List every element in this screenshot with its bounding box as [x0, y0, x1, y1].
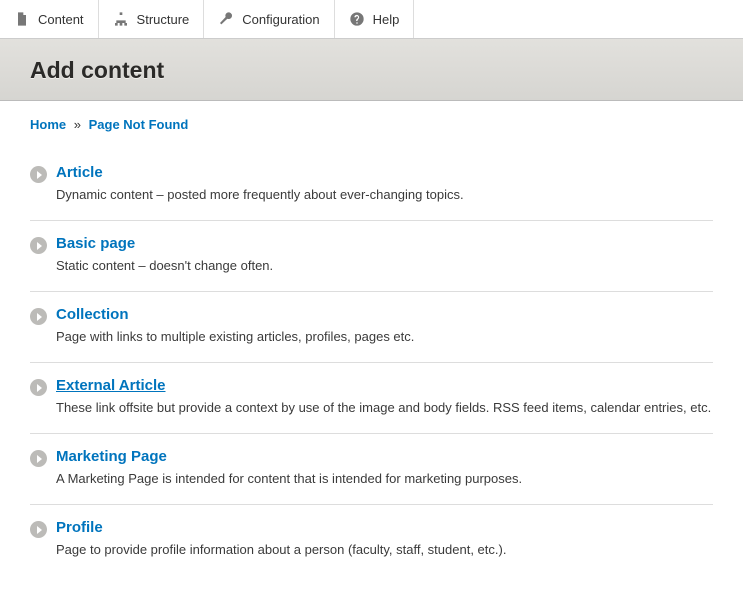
admin-toolbar: Content Structure Configuration Help: [0, 0, 743, 39]
content-type-item: Collection Page with links to multiple e…: [30, 292, 713, 363]
content-type-link-marketing-page[interactable]: Marketing Page: [56, 448, 167, 465]
chevron-right-icon: [30, 166, 47, 183]
page-title-bar: Add content: [0, 39, 743, 101]
chevron-right-icon: [30, 521, 47, 538]
content-type-desc: Page to provide profile information abou…: [56, 542, 713, 557]
content-type-item: Marketing Page A Marketing Page is inten…: [30, 434, 713, 505]
toolbar-label: Content: [38, 12, 84, 27]
content-type-desc: Static content – doesn't change often.: [56, 258, 713, 273]
content-type-desc: These link offsite but provide a context…: [56, 400, 713, 415]
content-type-link-profile[interactable]: Profile: [56, 519, 103, 536]
toolbar-label: Help: [373, 12, 400, 27]
content-type-item: Profile Page to provide profile informat…: [30, 505, 713, 575]
content-type-link-collection[interactable]: Collection: [56, 306, 129, 323]
toolbar-item-help[interactable]: Help: [335, 0, 415, 38]
chevron-right-icon: [30, 450, 47, 467]
content-type-desc: Dynamic content – posted more frequently…: [56, 187, 713, 202]
file-icon: [14, 11, 30, 27]
content-type-desc: Page with links to multiple existing art…: [56, 329, 713, 344]
toolbar-item-configuration[interactable]: Configuration: [204, 0, 334, 38]
content-type-link-external-article[interactable]: External Article: [56, 377, 166, 394]
breadcrumb-home[interactable]: Home: [30, 117, 66, 132]
wrench-icon: [218, 11, 234, 27]
content-type-link-basic-page[interactable]: Basic page: [56, 235, 135, 252]
content-type-item: Basic page Static content – doesn't chan…: [30, 221, 713, 292]
page-title: Add content: [30, 57, 713, 84]
toolbar-item-structure[interactable]: Structure: [99, 0, 205, 38]
breadcrumb: Home » Page Not Found: [30, 117, 713, 132]
breadcrumb-separator: »: [74, 117, 81, 132]
toolbar-label: Configuration: [242, 12, 319, 27]
help-icon: [349, 11, 365, 27]
chevron-right-icon: [30, 237, 47, 254]
toolbar-item-content[interactable]: Content: [0, 0, 99, 38]
content-type-item: Article Dynamic content – posted more fr…: [30, 150, 713, 221]
content-type-list: Article Dynamic content – posted more fr…: [30, 150, 713, 575]
content-type-desc: A Marketing Page is intended for content…: [56, 471, 713, 486]
toolbar-label: Structure: [137, 12, 190, 27]
breadcrumb-current[interactable]: Page Not Found: [89, 117, 189, 132]
chevron-right-icon: [30, 379, 47, 396]
content-type-link-article[interactable]: Article: [56, 164, 103, 181]
chevron-right-icon: [30, 308, 47, 325]
hierarchy-icon: [113, 11, 129, 27]
content-type-item: External Article These link offsite but …: [30, 363, 713, 434]
content-area: Home » Page Not Found Article Dynamic co…: [0, 101, 743, 595]
